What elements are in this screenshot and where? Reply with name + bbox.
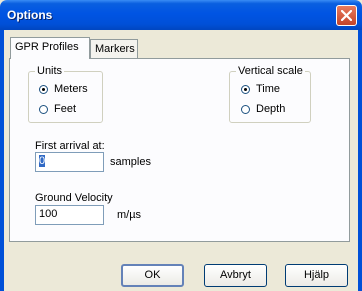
ground-velocity-input[interactable]: 100 [35,205,104,225]
first-arrival-input[interactable]: 0 [35,152,104,172]
title-bar[interactable]: Options [0,0,362,30]
first-arrival-value: 0 [39,155,46,167]
radio-meters-button[interactable] [39,84,48,94]
ok-button[interactable]: OK [121,264,184,287]
radio-meters-label: Meters [54,83,88,95]
vertical-scale-legend: Vertical scale [236,65,305,77]
options-dialog: Options GPR Profiles Markers Units Meter… [0,0,362,291]
radio-time[interactable]: Time [241,83,280,95]
first-arrival-label: First arrival at: [35,140,105,152]
ground-velocity-label: Ground Velocity [35,192,113,204]
radio-time-button[interactable] [241,84,250,94]
radio-feet-label: Feet [54,103,77,115]
radio-feet[interactable]: Feet [39,103,76,115]
close-button[interactable] [336,5,357,26]
first-arrival-unit: samples [110,156,151,168]
units-group: Units [28,65,103,123]
tab-gpr-profiles-label: GPR Profiles [15,41,79,53]
help-button[interactable]: Hjälp [285,264,348,287]
ground-velocity-value: 100 [39,208,58,220]
radio-depth-button[interactable] [241,104,250,114]
radio-time-label: Time [256,83,281,95]
vertical-scale-group: Vertical scale [229,65,311,123]
tab-markers[interactable]: Markers [90,39,138,59]
window-frame-right [358,30,362,291]
ground-velocity-unit: m/µs [117,209,142,221]
window-title: Options [7,8,53,22]
tab-markers-label: Markers [95,43,135,55]
tab-gpr-profiles[interactable]: GPR Profiles [10,37,90,59]
window-frame-left [0,30,4,291]
radio-meters[interactable]: Meters [39,83,88,95]
close-icon [341,10,352,21]
radio-depth-label: Depth [256,103,286,115]
units-legend: Units [35,65,65,77]
radio-feet-button[interactable] [39,104,48,114]
radio-depth[interactable]: Depth [241,103,285,115]
cancel-button[interactable]: Avbryt [204,264,267,287]
